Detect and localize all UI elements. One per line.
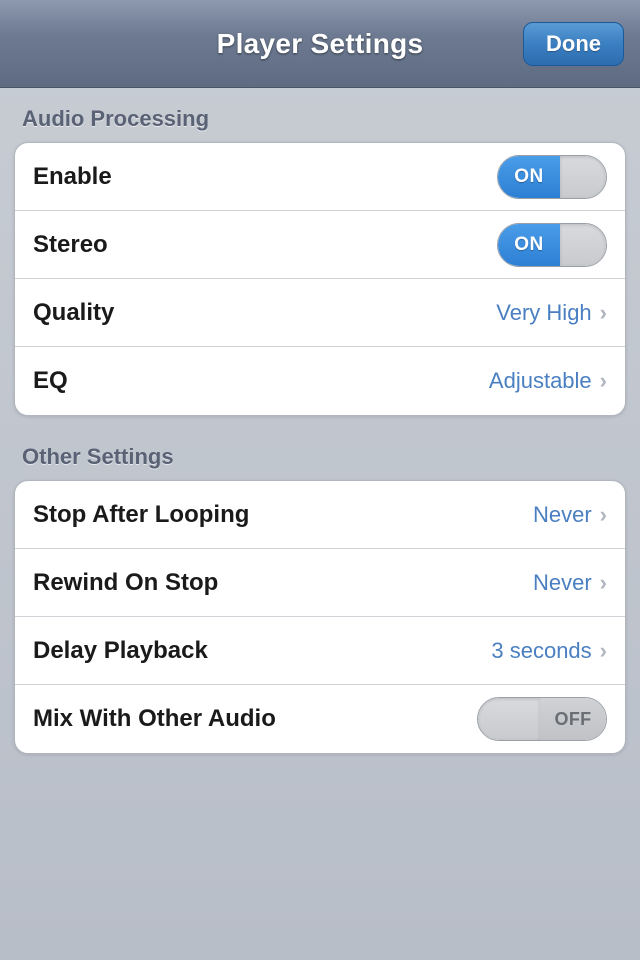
quality-chevron-icon: ›: [600, 300, 607, 326]
quality-label: Quality: [33, 299, 114, 327]
eq-chevron-icon: ›: [600, 368, 607, 394]
audio-processing-table: Enable ON Stereo ON: [14, 142, 626, 416]
enable-row[interactable]: Enable ON: [15, 143, 625, 211]
delay-playback-row[interactable]: Delay Playback 3 seconds ›: [15, 617, 625, 685]
delay-playback-label: Delay Playback: [33, 637, 208, 665]
section-header-other: Other Settings: [14, 444, 626, 470]
stereo-toggle-off: [560, 224, 606, 266]
eq-value-container: Adjustable ›: [489, 368, 607, 394]
stereo-toggle[interactable]: ON: [497, 223, 607, 267]
quality-value: Very High: [496, 300, 591, 326]
delay-playback-value-container: 3 seconds ›: [491, 638, 607, 664]
stop-after-looping-value: Never: [533, 502, 592, 528]
stereo-toggle-container[interactable]: ON: [497, 223, 607, 267]
eq-label: EQ: [33, 367, 68, 395]
section-header-audio: Audio Processing: [14, 106, 626, 132]
eq-value: Adjustable: [489, 368, 592, 394]
stop-after-looping-value-container: Never ›: [533, 502, 607, 528]
header: Player Settings Done: [0, 0, 640, 88]
toggle-off-part: [560, 156, 606, 198]
mix-toggle-blank: [478, 698, 540, 740]
toggle-on-part: ON: [498, 156, 560, 198]
content: Audio Processing Enable ON Stereo ON: [0, 88, 640, 800]
mix-toggle[interactable]: OFF: [477, 697, 607, 741]
mix-with-other-audio-label: Mix With Other Audio: [33, 705, 276, 733]
stop-after-looping-chevron-icon: ›: [600, 502, 607, 528]
stereo-row[interactable]: Stereo ON: [15, 211, 625, 279]
quality-row[interactable]: Quality Very High ›: [15, 279, 625, 347]
mix-toggle-container[interactable]: OFF: [477, 697, 607, 741]
stereo-label: Stereo: [33, 231, 108, 259]
rewind-on-stop-label: Rewind On Stop: [33, 569, 218, 597]
enable-toggle-container[interactable]: ON: [497, 155, 607, 199]
stereo-toggle-on: ON: [498, 224, 560, 266]
stop-after-looping-row[interactable]: Stop After Looping Never ›: [15, 481, 625, 549]
enable-label: Enable: [33, 163, 112, 191]
enable-toggle[interactable]: ON: [497, 155, 607, 199]
mix-toggle-off-label: OFF: [555, 709, 592, 730]
rewind-on-stop-row[interactable]: Rewind On Stop Never ›: [15, 549, 625, 617]
quality-value-container: Very High ›: [496, 300, 607, 326]
other-settings-table: Stop After Looping Never › Rewind On Sto…: [14, 480, 626, 754]
stereo-toggle-on-label: ON: [514, 234, 544, 256]
eq-row[interactable]: EQ Adjustable ›: [15, 347, 625, 415]
toggle-on-label: ON: [514, 166, 544, 188]
page-title: Player Settings: [217, 28, 424, 60]
done-button[interactable]: Done: [523, 22, 624, 66]
mix-toggle-off-part: OFF: [540, 698, 606, 740]
delay-playback-value: 3 seconds: [491, 638, 591, 664]
rewind-on-stop-chevron-icon: ›: [600, 570, 607, 596]
mix-with-other-audio-row[interactable]: Mix With Other Audio OFF: [15, 685, 625, 753]
rewind-on-stop-value: Never: [533, 570, 592, 596]
stop-after-looping-label: Stop After Looping: [33, 501, 249, 529]
delay-playback-chevron-icon: ›: [600, 638, 607, 664]
rewind-on-stop-value-container: Never ›: [533, 570, 607, 596]
